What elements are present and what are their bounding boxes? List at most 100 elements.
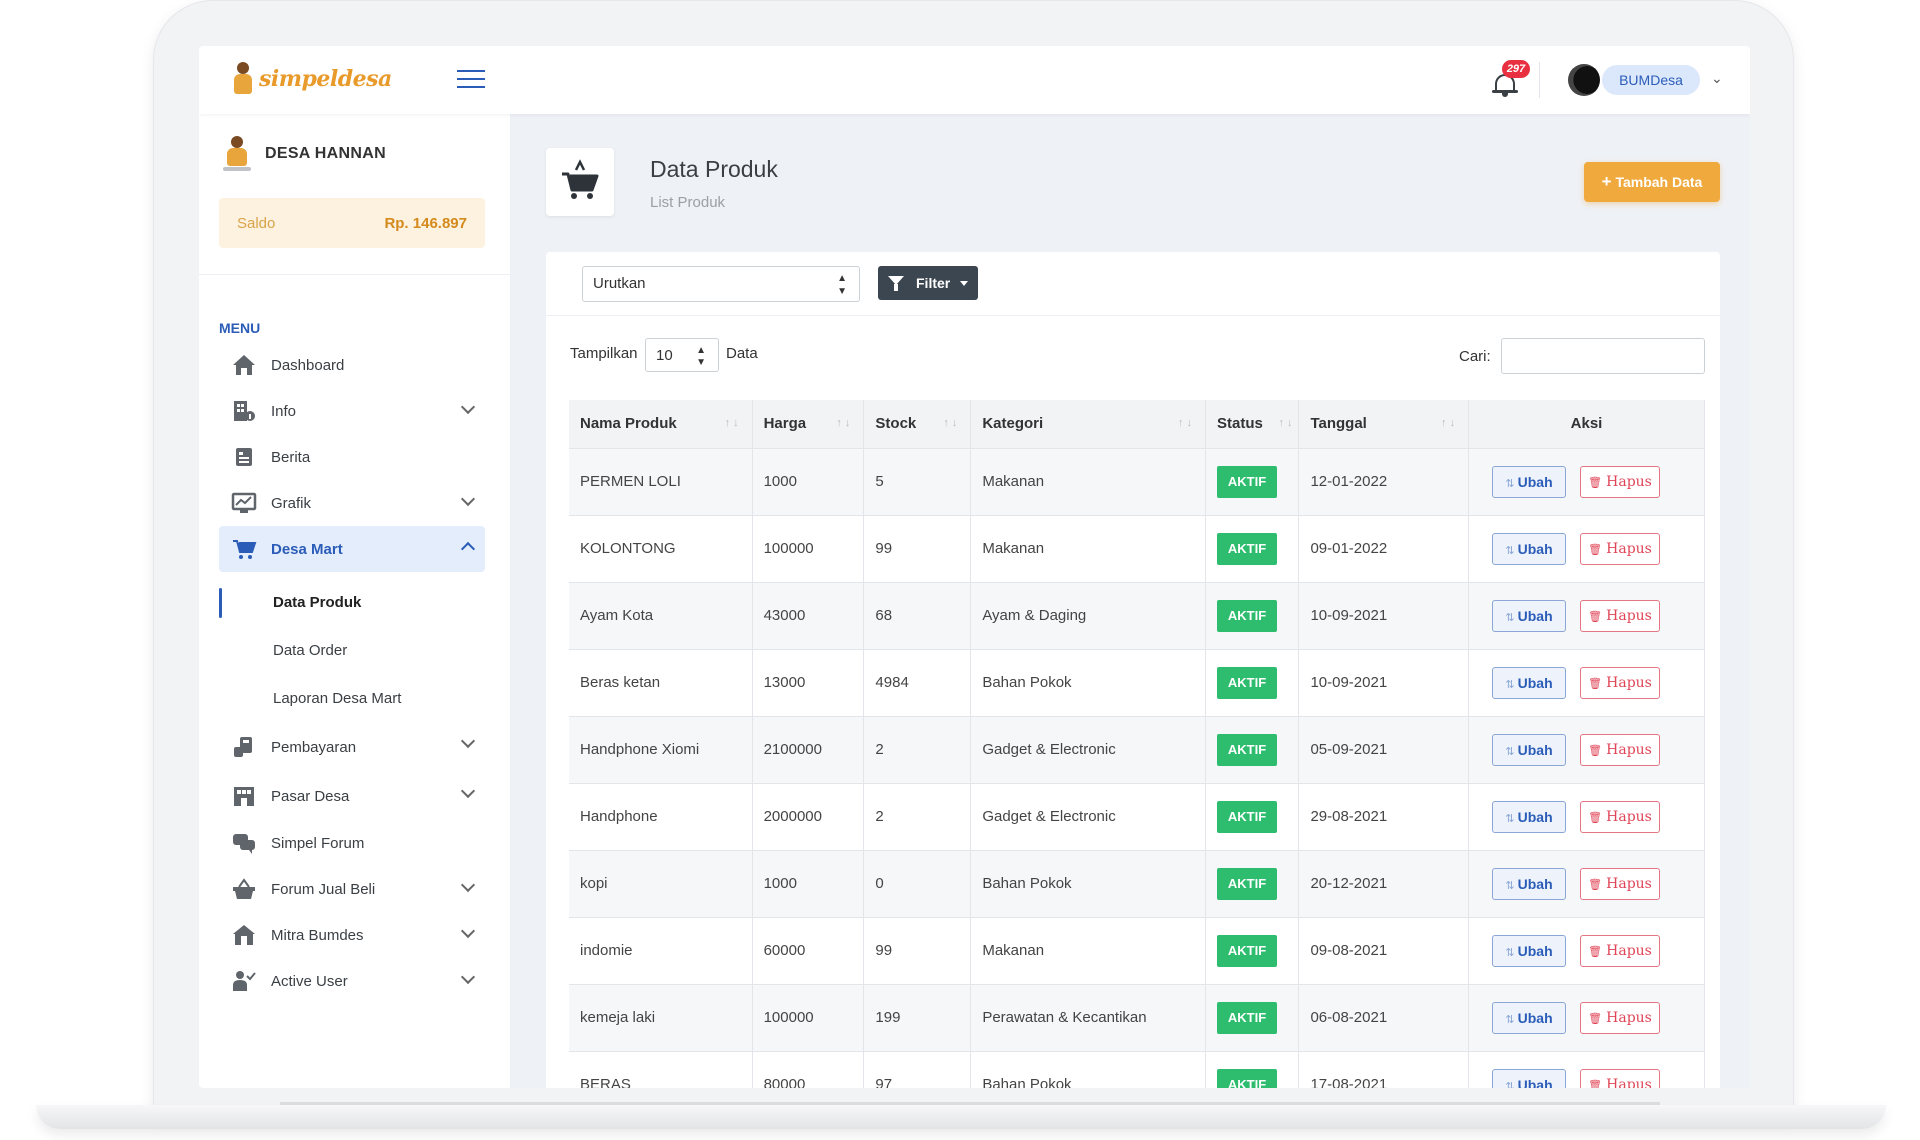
basket-icon (231, 877, 257, 901)
delete-button[interactable]: 🗑 Hapus (1580, 934, 1661, 967)
sidebar-item-active-user[interactable]: Active User (219, 958, 485, 1004)
edit-button[interactable]: ⇅ Ubah (1492, 465, 1567, 498)
org-name: DESA HANNAN (265, 145, 386, 162)
main-content: Data Produk List Produk + Tambah Data Ur… (511, 114, 1750, 1088)
edit-button[interactable]: ⇅ Ubah (1492, 934, 1567, 967)
edit-button[interactable]: ⇅ Ubah (1492, 800, 1567, 833)
delete-button[interactable]: 🗑 Hapus (1580, 599, 1661, 632)
edit-button[interactable]: ⇅ Ubah (1492, 599, 1567, 632)
trash-icon: 🗑 (1588, 877, 1603, 891)
chevron-down-icon[interactable]: ⌄ (1711, 70, 1723, 87)
filter-button[interactable]: Filter (878, 266, 978, 300)
product-table: Nama Produk ↑↓ Harga ↑↓ Stock ↑↓ Kategori ↑↓… (569, 400, 1705, 1088)
table-row: Handphone Xiomi 2100000 2 Gadget & Electron… (569, 716, 1705, 784)
trash-icon: 🗑 (1588, 676, 1603, 690)
cell-kategori: Bahan Pokok (970, 1051, 1207, 1088)
cell-aksi: ⇅ Ubah 🗑 Hapus (1468, 1051, 1705, 1089)
cell-stock: 2 (863, 783, 972, 851)
chevron-down-icon (460, 491, 476, 507)
delete-button[interactable]: 🗑 Hapus (1580, 733, 1661, 766)
delete-button[interactable]: 🗑 Hapus (1580, 800, 1661, 833)
chevron-down-icon (460, 969, 476, 985)
sidebar-subitem-data-produk[interactable]: Data Produk (219, 578, 485, 626)
brand-name: simpeldesa (259, 66, 392, 92)
delete-button[interactable]: 🗑 Hapus (1580, 1068, 1661, 1088)
page-length-suffix: Data (726, 345, 758, 362)
edit-button[interactable]: ⇅ Ubah (1492, 867, 1567, 900)
edit-button[interactable]: ⇅ Ubah (1492, 733, 1567, 766)
news-icon (231, 445, 257, 469)
sidebar-item-grafik[interactable]: Grafik (219, 480, 485, 526)
user-menu-button[interactable]: BUMDesa (1602, 65, 1700, 95)
page-length-select[interactable]: 10 ▲ ▼ (645, 338, 719, 372)
delete-button[interactable]: 🗑 Hapus (1580, 465, 1661, 498)
edit-icon: ⇅ (1505, 1080, 1515, 1089)
trash-icon: 🗑 (1588, 1011, 1603, 1025)
sidebar-item-berita[interactable]: Berita (219, 434, 485, 480)
column-header-stock[interactable]: Stock ↑↓ (863, 400, 972, 449)
topbar: simpeldesa 297 BUMDesa ⌄ (199, 46, 1750, 114)
sidebar-item-forum-jual-beli[interactable]: Forum Jual Beli (219, 866, 485, 912)
cell-status: AKTIF (1205, 850, 1300, 918)
table-row: indomie 60000 99 Makanan AKTIF 09-08-2021 ⇅ Uba… (569, 917, 1705, 985)
status-badge: AKTIF (1217, 465, 1278, 498)
sidebar-subitem-laporan-desa-mart[interactable]: Laporan Desa Mart (219, 674, 485, 722)
search-input[interactable] (1501, 338, 1705, 374)
topbar-divider (1539, 62, 1540, 98)
cell-stock: 4984 (863, 649, 972, 717)
column-header-tanggal[interactable]: Tanggal ↑↓ (1298, 400, 1470, 449)
cell-nama-produk: Ayam Kota (569, 582, 753, 650)
table-body: PERMEN LOLI 1000 5 Makanan AKTIF 12-01-2022 ⇅ U… (569, 448, 1705, 1088)
sidebar-item-pembayaran[interactable]: Pembayaran (219, 722, 485, 772)
avatar[interactable] (1568, 64, 1600, 96)
sort-icon: ↑↓ (1441, 417, 1459, 429)
cell-stock: 5 (863, 448, 972, 516)
delete-button[interactable]: 🗑 Hapus (1580, 1001, 1661, 1034)
edit-button[interactable]: ⇅ Ubah (1492, 532, 1567, 565)
sidebar-subitem-data-order[interactable]: Data Order (219, 626, 485, 674)
table-row: KOLONTONG 100000 99 Makanan AKTIF 09-01-2022 ⇅… (569, 515, 1705, 583)
cart-icon (231, 537, 257, 561)
cell-stock: 99 (863, 917, 972, 985)
sidebar-item-desa-mart[interactable]: Desa Mart (219, 526, 485, 572)
sidebar-item-info[interactable]: Info (219, 388, 485, 434)
edit-icon: ⇅ (1505, 611, 1515, 624)
cell-aksi: ⇅ Ubah 🗑 Hapus (1468, 716, 1705, 784)
delete-button[interactable]: 🗑 Hapus (1580, 867, 1661, 900)
cell-aksi: ⇅ Ubah 🗑 Hapus (1468, 850, 1705, 918)
hamburger-menu-icon[interactable] (457, 70, 485, 90)
trash-icon: 🗑 (1588, 743, 1603, 757)
cell-status: AKTIF (1205, 1051, 1300, 1088)
edit-button[interactable]: ⇅ Ubah (1492, 1068, 1567, 1089)
sort-icon: ↑↓ (1178, 417, 1196, 429)
org-header: DESA HANNAN (223, 136, 386, 172)
sidebar-item-dashboard[interactable]: Dashboard (219, 342, 485, 388)
column-header-harga[interactable]: Harga ↑↓ (752, 400, 865, 449)
column-header-status[interactable]: Status ↑↓ (1205, 400, 1300, 449)
sidebar-item-simpel-forum[interactable]: Simpel Forum (219, 820, 485, 866)
edit-button[interactable]: ⇅ Ubah (1492, 666, 1567, 699)
sort-icon: ↑↓ (724, 417, 742, 429)
cell-nama-produk: kopi (569, 850, 753, 918)
column-header-nama-produk[interactable]: Nama Produk ↑↓ (569, 400, 753, 449)
sidebar-item-pasar-desa[interactable]: Pasar Desa (219, 772, 485, 820)
sidebar-item-mitra-bumdes[interactable]: Mitra Bumdes (219, 912, 485, 958)
cell-kategori: Bahan Pokok (970, 649, 1207, 717)
brand-logo[interactable]: simpeldesa (231, 62, 392, 96)
edit-icon: ⇅ (1505, 544, 1515, 557)
cell-kategori: Gadget & Electronic (970, 716, 1207, 784)
edit-button[interactable]: ⇅ Ubah (1492, 1001, 1567, 1034)
chevron-down-icon (460, 783, 476, 799)
home-icon (231, 353, 257, 377)
column-header-kategori[interactable]: Kategori ↑↓ (970, 400, 1207, 449)
chevron-down-icon (460, 923, 476, 939)
cell-aksi: ⇅ Ubah 🗑 Hapus (1468, 582, 1705, 650)
product-card: Urutkan ▲ ▼ Filter Tampilkan 10 ▲ ▼ Data C… (546, 252, 1720, 1088)
table-row: kopi 1000 0 Bahan Pokok AKTIF 20-12-2021 ⇅ Ubah… (569, 850, 1705, 918)
add-data-button[interactable]: + Tambah Data (1584, 162, 1720, 202)
cell-kategori: Bahan Pokok (970, 850, 1207, 918)
sort-select[interactable]: Urutkan ▲ ▼ (582, 266, 860, 302)
cell-nama-produk: PERMEN LOLI (569, 448, 753, 516)
delete-button[interactable]: 🗑 Hapus (1580, 532, 1661, 565)
delete-button[interactable]: 🗑 Hapus (1580, 666, 1661, 699)
